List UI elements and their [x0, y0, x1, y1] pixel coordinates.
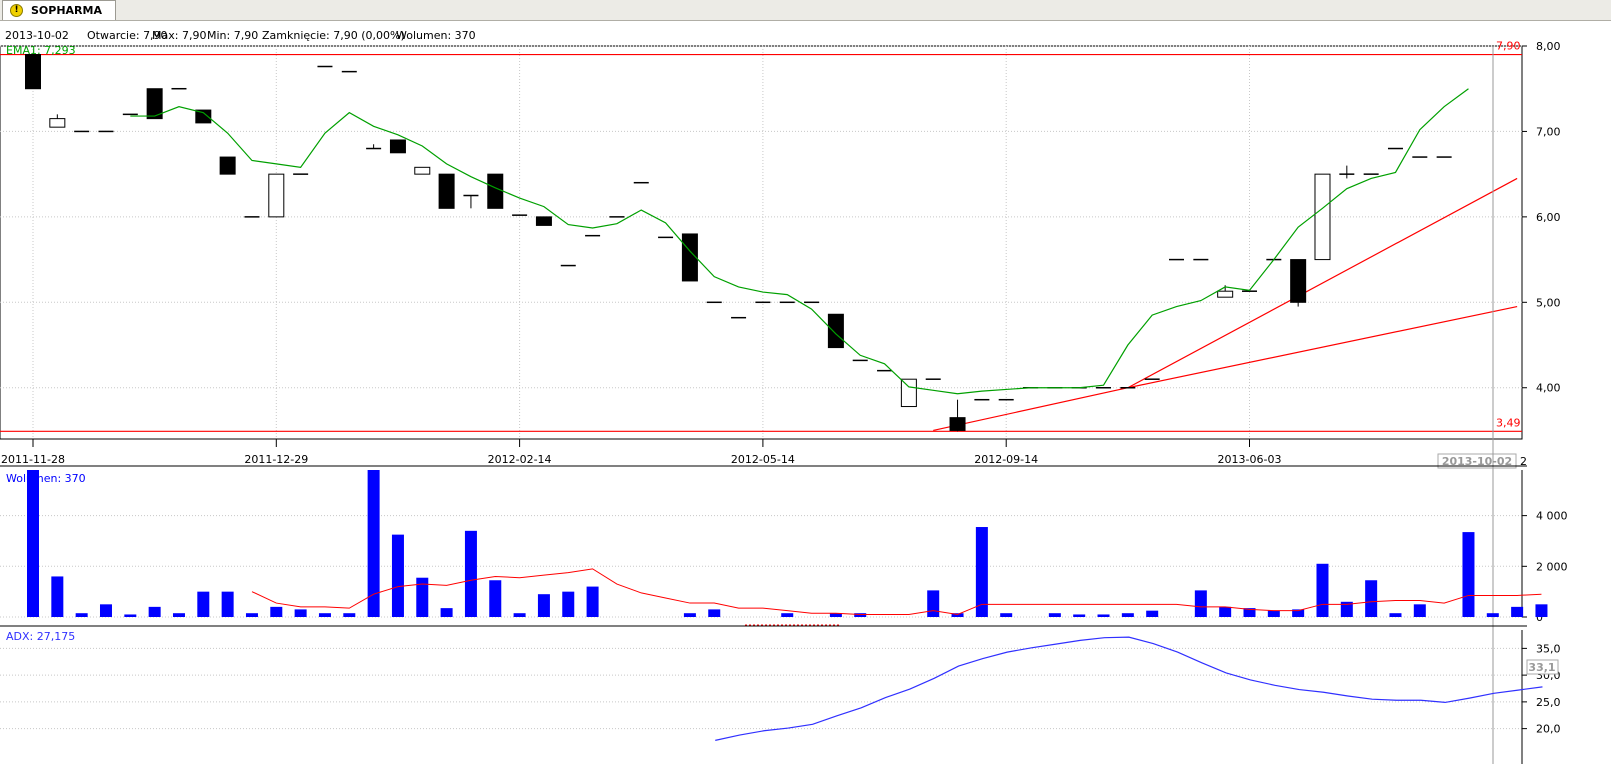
- volume-bar: [1389, 613, 1402, 617]
- info-min: Min: 7,90: [207, 29, 258, 42]
- volume-bar: [1121, 613, 1134, 617]
- volume-bar: [683, 613, 696, 617]
- info-max: Max: 7,90: [152, 29, 206, 42]
- price-panel: 8,00 7,00 6,00 5,00 4,00 7,90 3,49 EMA1: 7,293 2…: [0, 40, 1561, 764]
- x-axis-label: 2012-09-14: [974, 453, 1038, 466]
- adx-line: [715, 636, 1543, 741]
- adx-tick-label: 35,0: [1536, 642, 1561, 655]
- volume-bar: [1511, 606, 1524, 617]
- volume-bar: [708, 609, 721, 617]
- volume-bar: [148, 606, 161, 617]
- candle-body: [900, 378, 917, 408]
- volume-bar: [489, 580, 502, 617]
- tab-bar: ! SOPHARMA: [0, 0, 1611, 21]
- candle-body: [25, 54, 41, 90]
- tab-sopharma[interactable]: ! SOPHARMA: [2, 0, 116, 20]
- volume-bar: [391, 534, 404, 617]
- volume-bar: [1000, 613, 1013, 617]
- volume-bar: [1316, 563, 1329, 617]
- price-tick-label: 7,00: [1536, 125, 1561, 138]
- volume-bar: [318, 613, 331, 617]
- volume-bar: [586, 586, 599, 617]
- volume-bar: [927, 590, 940, 617]
- candle-body: [268, 173, 285, 218]
- info-date: 2013-10-02: [5, 29, 69, 42]
- volume-bar: [221, 591, 234, 617]
- volume-bar: [294, 609, 307, 617]
- volume-bar: [1194, 590, 1207, 617]
- candle-body: [438, 173, 455, 209]
- volume-tick-label: 2 000: [1536, 560, 1568, 573]
- price-frame: [0, 45, 1523, 440]
- volume-bar: [1048, 613, 1061, 617]
- ema-label: EMA1: 7,293: [6, 44, 76, 57]
- volume-bar: [27, 470, 39, 617]
- x-axis-label: 2012-05-14: [731, 453, 795, 466]
- x-axis-label: 2012-02-14: [488, 453, 552, 466]
- volume-bar: [75, 613, 88, 617]
- volume-bar: [440, 608, 453, 617]
- volume-bar: [562, 591, 575, 617]
- volume-label: Wolumen: 370: [6, 472, 86, 485]
- volume-bar: [124, 614, 137, 617]
- candle-body: [1217, 290, 1234, 298]
- candle-body: [827, 313, 844, 349]
- volume-bar: [1462, 532, 1475, 617]
- adx-current-value: 33,1: [1528, 661, 1555, 674]
- adx-panel: ADX: 27,17535,030,025,020,033,1: [0, 625, 1561, 764]
- info-volume: Wolumen: 370: [396, 29, 476, 42]
- volume-bar: [1365, 580, 1378, 617]
- volume-bar: [975, 527, 988, 617]
- volume-bar: [1219, 606, 1232, 617]
- price-tick-label: 5,00: [1536, 296, 1561, 309]
- volume-panel: Wolumen: 3704 0002 0000: [0, 465, 1568, 626]
- tab-label: SOPHARMA: [31, 4, 102, 17]
- volume-bar: [1535, 604, 1548, 617]
- adx-label: ADX: 27,175: [6, 630, 75, 643]
- candle-body: [681, 233, 698, 282]
- candle-body: [49, 118, 66, 128]
- price-tick-label: 4,00: [1536, 382, 1561, 395]
- volume-bar: [172, 613, 185, 617]
- chart-area[interactable]: 2013-10-02 Otwarcie: 7,90 Max: 7,90 Min:…: [0, 20, 1611, 764]
- volume-bar: [464, 530, 477, 617]
- volume-bar: [1486, 613, 1499, 617]
- volume-bar: [537, 594, 550, 617]
- volume-bar: [1413, 604, 1426, 617]
- volume-bar: [245, 613, 258, 617]
- volume-bar: [1146, 610, 1159, 617]
- volume-bar: [1073, 614, 1086, 617]
- volume-bar: [781, 613, 794, 617]
- volume-bar: [99, 604, 112, 617]
- candle-body: [1314, 173, 1331, 261]
- candle-body: [1290, 259, 1307, 303]
- volume-bar: [51, 576, 64, 617]
- candle-body: [949, 417, 966, 431]
- volume-bar: [367, 470, 380, 617]
- warning-icon: !: [10, 4, 23, 17]
- volume-bar: [1097, 614, 1110, 617]
- info-close: Zamknięcie: 7,90 (0,00%): [262, 29, 405, 42]
- volume-bar: [1267, 610, 1280, 617]
- x-axis-label: 2011-11-28: [1, 453, 65, 466]
- candle-body: [487, 173, 504, 209]
- price-tick-label: 8,00: [1536, 40, 1561, 53]
- info-line: 2013-10-02 Otwarcie: 7,90 Max: 7,90 Min:…: [5, 29, 476, 42]
- x-axis-label: 2011-12-29: [244, 453, 308, 466]
- candle-body: [414, 166, 431, 175]
- adx-tick-label: 25,0: [1536, 696, 1561, 709]
- volume-bar: [513, 613, 526, 617]
- volume-bar: [270, 606, 283, 617]
- volume-tick-label: 4 000: [1536, 510, 1568, 523]
- candle-body: [535, 216, 552, 226]
- adx-tick-label: 20,0: [1536, 723, 1561, 736]
- volume-bar: [343, 613, 356, 617]
- candle-body: [219, 156, 236, 175]
- volume-bar: [197, 591, 210, 617]
- x-axis-label: 2013-06-03: [1218, 453, 1282, 466]
- price-tick-label: 6,00: [1536, 211, 1561, 224]
- level-label-top: 7,90: [1496, 40, 1521, 53]
- candle-body: [389, 139, 406, 154]
- level-label-bottom: 3,49: [1496, 416, 1521, 429]
